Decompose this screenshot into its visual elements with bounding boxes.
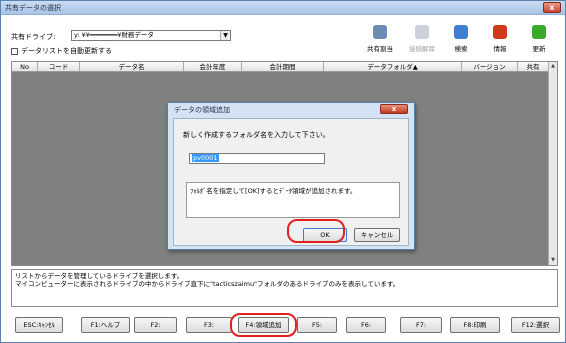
folder-name-input[interactable]: pv0001 — [189, 153, 325, 164]
column-header[interactable]: 会計期間 — [242, 62, 324, 71]
drive-label: 共有ドライブ: — [11, 33, 56, 41]
window-close-button[interactable]: x — [543, 2, 561, 13]
column-header[interactable]: コード — [38, 62, 80, 71]
dialog-close-button[interactable]: x — [380, 104, 408, 114]
column-header[interactable]: バージョン — [462, 62, 518, 71]
drive-select-value: y: ¥¥━━━━━━━¥財務データ — [74, 31, 154, 39]
grid-header: No コード データ名 会計年度 会計期間 データフォルダ▲ バージョン 共有 — [12, 62, 549, 72]
toolbar-button[interactable]: 共有割当 — [366, 25, 394, 55]
column-header[interactable]: データ名 — [80, 62, 184, 71]
toolbar-button[interactable]: 更新 — [525, 25, 553, 55]
toolbar-button-label: 更新 — [532, 45, 546, 53]
title-bar: 共有データの選択 x — [1, 1, 565, 15]
grid-scrollbar[interactable]: ▲ ▼ — [548, 62, 557, 265]
window-title: 共有データの選択 — [5, 4, 61, 12]
folder-name-value: pv0001 — [192, 154, 219, 162]
info-line: マイコンピューターに表示されるドライブの中からドライブ直下に"tacticsza… — [15, 280, 400, 288]
fkey-button[interactable]: F8:印刷 — [450, 317, 500, 333]
fkey-button[interactable]: F3: — [186, 317, 232, 333]
info-icon — [493, 25, 507, 39]
column-header[interactable]: 共有 — [518, 62, 549, 71]
auto-update-option[interactable]: データリストを自動更新する — [11, 46, 112, 56]
fkey-button[interactable]: F5: — [297, 317, 337, 333]
search-icon — [454, 25, 468, 39]
scroll-down-icon[interactable]: ▼ — [549, 256, 557, 265]
fkey-button[interactable]: F2: — [134, 317, 177, 333]
dialog-title: データの領域追加 — [174, 106, 230, 114]
dialog-note: ﾌｫﾙﾀﾞ名を指定して[OK]するとﾃﾞｰﾀ領域が追加されます。 — [186, 182, 400, 218]
fkey-button[interactable]: ESC:ｷｬﾝｾﾙ — [15, 317, 63, 333]
disconnect-icon — [415, 25, 429, 39]
toolbar-button-label: 情報 — [493, 45, 507, 53]
dialog-prompt: 新しく作成するフォルダ名を入力して下さい。 — [183, 131, 330, 139]
toolbar-button[interactable]: 検索 — [447, 25, 475, 55]
cancel-button[interactable]: キャンセル — [354, 228, 400, 242]
toolbar-button-label: 検索 — [454, 45, 468, 53]
chevron-down-icon[interactable]: ▼ — [220, 31, 230, 40]
fkey-button[interactable]: F1:ヘルプ — [81, 317, 130, 333]
fkey-button[interactable]: F6: — [346, 317, 386, 333]
toolbar-button[interactable]: 情報 — [486, 25, 514, 55]
drive-select[interactable]: y: ¥¥━━━━━━━¥財務データ ▼ — [71, 30, 231, 41]
toolbar-button[interactable]: 接続解除 — [408, 25, 436, 55]
auto-update-checkbox[interactable] — [11, 47, 18, 55]
shared-data-window: 共有データの選択 x 共有ドライブ: y: ¥¥━━━━━━━¥財務データ ▼ … — [0, 0, 566, 343]
column-header[interactable]: No — [12, 62, 38, 71]
toolbar-button-label: 共有割当 — [367, 45, 393, 53]
toolbar-button-label: 接続解除 — [409, 45, 435, 53]
fkey-button[interactable]: F7: — [400, 317, 442, 333]
auto-update-label: データリストを自動更新する — [21, 47, 112, 55]
refresh-icon — [532, 25, 546, 39]
column-header[interactable]: 会計年度 — [184, 62, 242, 71]
info-panel: リストからデータを管理しているドライブを選択します。 マイコンピューターに表示さ… — [11, 269, 558, 307]
info-line: リストからデータを管理しているドライブを選択します。 — [15, 272, 184, 280]
scroll-up-icon[interactable]: ▲ — [549, 62, 557, 71]
f4-highlight-ring — [230, 313, 297, 337]
ok-highlight-ring — [287, 219, 345, 243]
fkey-button[interactable]: F12:選択 — [511, 317, 560, 333]
column-header[interactable]: データフォルダ▲ — [324, 62, 462, 71]
share-assign-icon — [373, 25, 387, 39]
